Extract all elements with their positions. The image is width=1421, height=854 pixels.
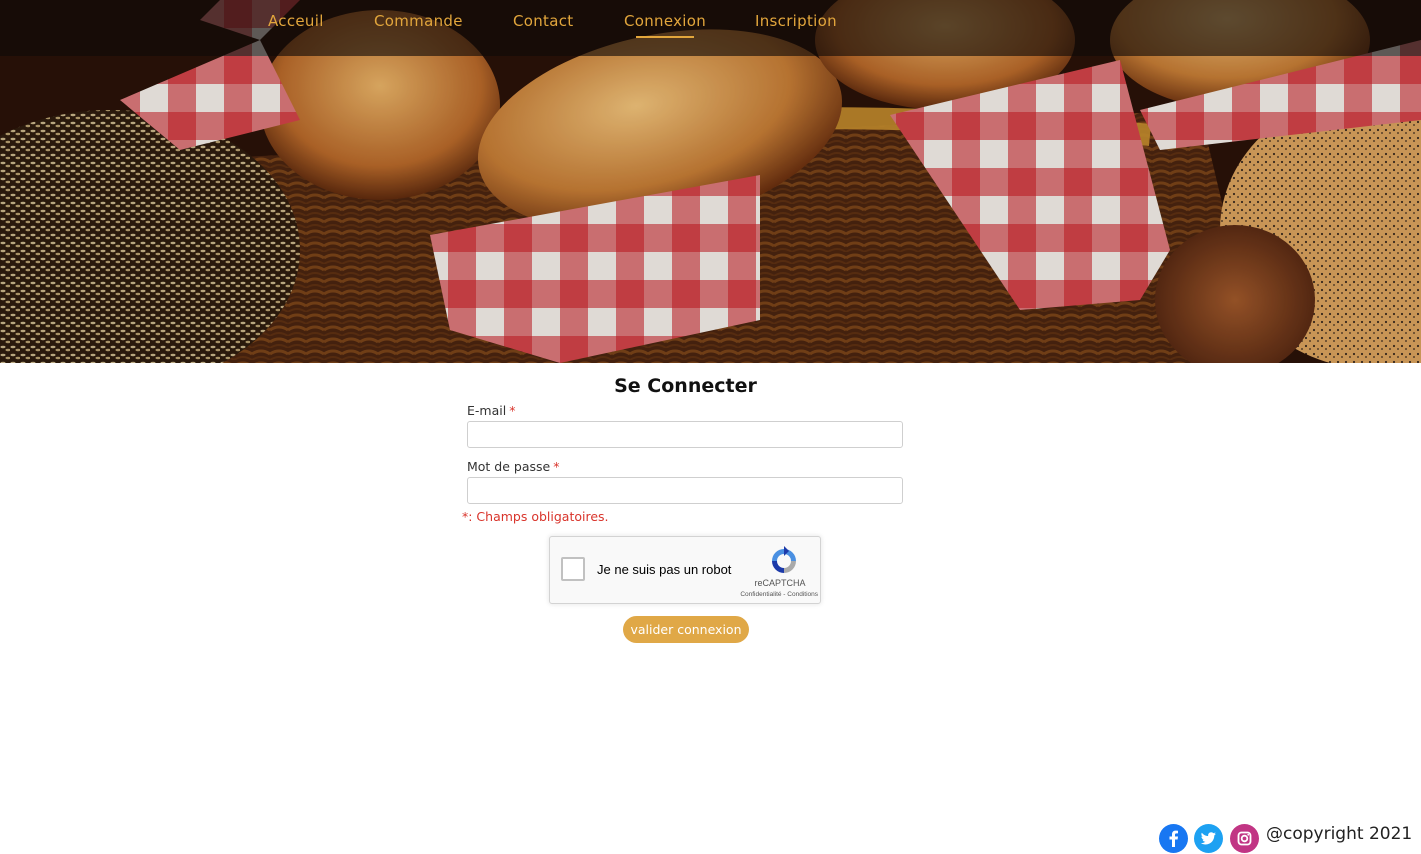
required-marker: * — [553, 459, 560, 474]
nav-item-inscription[interactable]: Inscription — [755, 12, 837, 36]
email-field[interactable] — [467, 421, 903, 448]
nav-item-commande[interactable]: Commande — [374, 12, 463, 36]
password-label: Mot de passe * — [467, 459, 559, 474]
submit-button[interactable]: valider connexion — [623, 616, 749, 643]
instagram-link[interactable] — [1230, 824, 1259, 853]
required-marker: * — [509, 403, 516, 418]
email-label-text: E-mail — [467, 403, 507, 418]
nav-item-connexion[interactable]: Connexion — [624, 12, 706, 38]
email-label: E-mail * — [467, 403, 515, 418]
form-title: Se Connecter — [614, 375, 757, 397]
recaptcha-logo-icon — [772, 546, 796, 573]
recaptcha-terms-link[interactable]: Confidentialité - Conditions — [718, 591, 818, 598]
nav-item-contact[interactable]: Contact — [513, 12, 573, 36]
recaptcha-widget: Je ne suis pas un robot reCAPTCHA Confid… — [549, 536, 821, 604]
twitter-link[interactable] — [1194, 824, 1223, 853]
facebook-link[interactable] — [1159, 824, 1188, 853]
required-note: *: Champs obligatoires. — [462, 509, 609, 524]
recaptcha-checkbox[interactable] — [561, 557, 585, 581]
instagram-icon — [1237, 831, 1252, 846]
twitter-icon — [1200, 832, 1216, 845]
recaptcha-label: Je ne suis pas un robot — [597, 562, 732, 577]
password-label-text: Mot de passe — [467, 459, 551, 474]
recaptcha-brand: reCAPTCHA — [754, 578, 806, 588]
main-navbar: Acceuil Commande Contact Connexion Inscr… — [0, 0, 1421, 56]
password-field[interactable] — [467, 477, 903, 504]
facebook-icon — [1169, 830, 1178, 847]
nav-item-acceuil[interactable]: Acceuil — [268, 12, 324, 36]
copyright-text: @copyright 2021 — [1266, 824, 1413, 844]
